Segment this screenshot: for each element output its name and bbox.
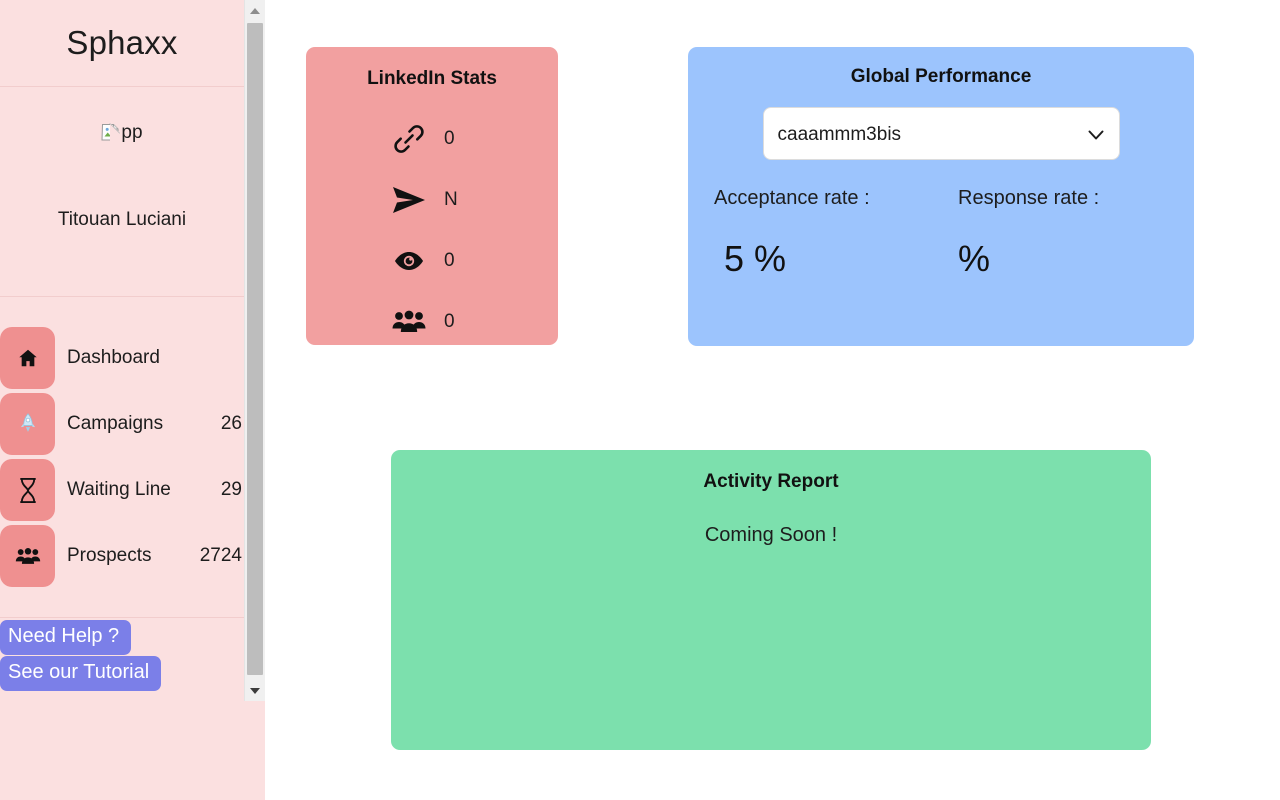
sidebar-nav: Dashboard Campaigns 26 Waiting Line 29 P… — [0, 297, 244, 618]
response-rate-value: % — [958, 238, 991, 279]
sidebar: Sphaxx pp Titouan Luciani Dashboard Camp… — [0, 0, 265, 800]
sidebar-item-count: 26 — [220, 413, 242, 434]
campaign-select-wrapper: caaammm3bis — [762, 107, 1120, 160]
hourglass-icon — [0, 459, 55, 521]
main-content: LinkedIn Stats 0 N 0 0 Global Performanc… — [265, 0, 1280, 800]
tutorial-row: See our Tutorial — [0, 656, 244, 691]
scroll-down-arrow-icon[interactable] — [245, 680, 265, 701]
sidebar-item-waiting-line[interactable]: Waiting Line 29 — [0, 457, 244, 523]
sidebar-content: Sphaxx pp Titouan Luciani Dashboard Camp… — [0, 0, 244, 800]
sidebar-item-count: 2724 — [199, 545, 242, 566]
profile-section: pp Titouan Luciani — [0, 87, 244, 297]
rocket-icon — [0, 393, 55, 455]
global-performance-title: Global Performance — [850, 66, 1032, 87]
sidebar-item-label: Campaigns — [67, 413, 164, 434]
sidebar-item-count: 29 — [220, 479, 242, 500]
activity-report-title: Activity Report — [703, 471, 839, 492]
acceptance-rate-value: 5 % — [724, 238, 787, 279]
acceptance-rate-block: Acceptance rate : 5 % — [714, 187, 924, 280]
linkedin-stats-list: 0 N 0 0 — [306, 108, 558, 352]
home-icon — [0, 327, 55, 389]
people-group-icon — [386, 310, 432, 334]
link-icon — [386, 122, 432, 156]
help-section: Need Help ? See our Tutorial — [0, 618, 244, 691]
sidebar-item-label: Prospects — [67, 545, 152, 566]
avatar-alt-text: pp — [121, 121, 143, 143]
stat-row: N — [306, 169, 558, 230]
people-icon — [0, 525, 55, 587]
sidebar-item-label: Waiting Line — [67, 479, 171, 500]
global-performance-card: Global Performance caaammm3bis Acceptanc… — [688, 47, 1194, 346]
scroll-down-glyph — [250, 687, 260, 694]
stat-value: N — [444, 188, 458, 210]
activity-report-message: Coming Soon ! — [704, 524, 838, 546]
eye-icon — [386, 250, 432, 272]
scrollbar-thumb[interactable] — [247, 23, 263, 675]
stat-row: 0 — [306, 108, 558, 169]
need-help-row: Need Help ? — [0, 620, 244, 655]
sidebar-scrollbar[interactable] — [244, 0, 265, 701]
scroll-up-glyph — [250, 7, 260, 14]
sidebar-item-dashboard[interactable]: Dashboard — [0, 325, 244, 391]
broken-image-icon — [101, 122, 121, 142]
campaign-select[interactable]: caaammm3bis — [762, 107, 1120, 160]
brand-header: Sphaxx — [0, 0, 244, 87]
linkedin-stats-title: LinkedIn Stats — [367, 68, 497, 89]
stat-value: 0 — [444, 249, 455, 271]
stat-row: 0 — [306, 291, 558, 352]
dashboard-page: Sphaxx pp Titouan Luciani Dashboard Camp… — [0, 0, 1280, 800]
sidebar-item-label: Dashboard — [67, 347, 160, 368]
avatar: pp — [101, 117, 143, 147]
see-tutorial-button[interactable]: See our Tutorial — [0, 656, 162, 691]
response-rate-block: Response rate : % — [924, 187, 1168, 280]
sidebar-item-prospects[interactable]: Prospects 2724 — [0, 523, 244, 589]
rates-row: Acceptance rate : 5 % Response rate : % — [688, 187, 1194, 280]
profile-name: Titouan Luciani — [57, 209, 187, 230]
sidebar-item-campaigns[interactable]: Campaigns 26 — [0, 391, 244, 457]
stat-value: 0 — [444, 310, 455, 332]
stat-value: 0 — [444, 127, 455, 149]
stat-row: 0 — [306, 230, 558, 291]
send-icon — [386, 185, 432, 215]
activity-report-card: Activity Report Coming Soon ! — [391, 450, 1151, 750]
brand-title: Sphaxx — [66, 24, 178, 61]
acceptance-rate-label: Acceptance rate : — [714, 187, 870, 209]
linkedin-stats-card: LinkedIn Stats 0 N 0 0 — [306, 47, 558, 345]
scroll-up-arrow-icon[interactable] — [245, 0, 265, 21]
need-help-button[interactable]: Need Help ? — [0, 620, 132, 655]
response-rate-label: Response rate : — [958, 187, 1100, 209]
